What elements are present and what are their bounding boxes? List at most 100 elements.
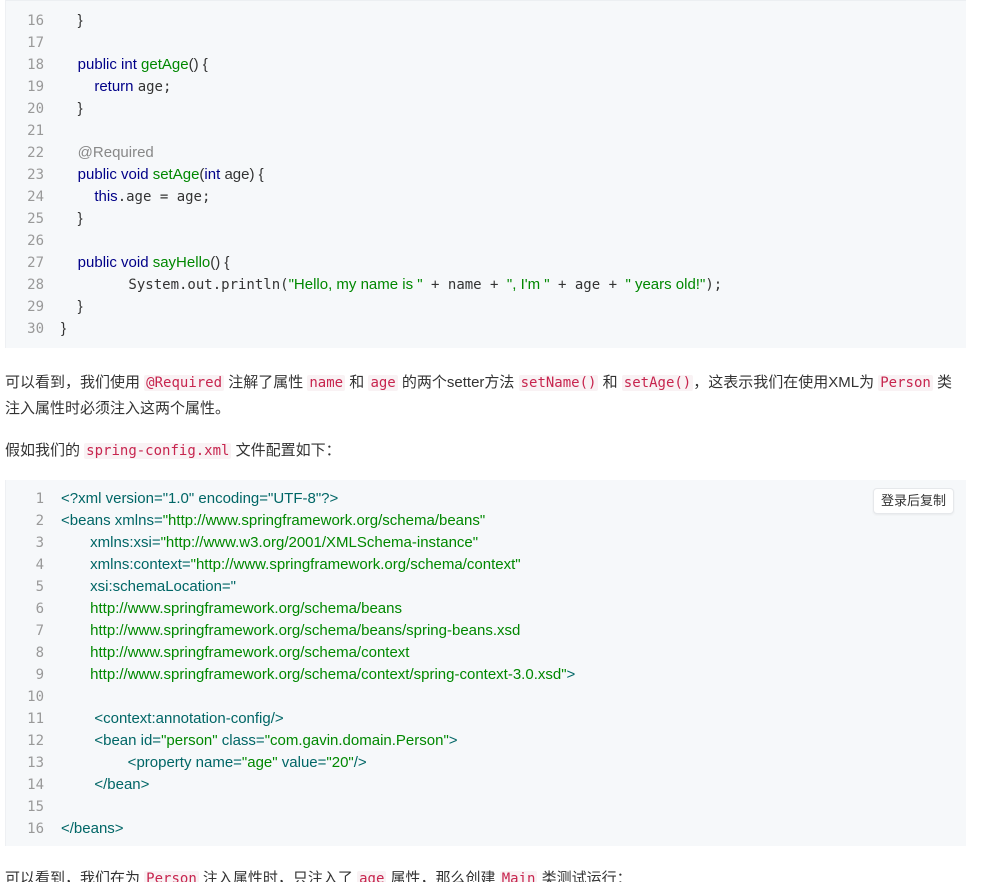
line-number: 15: [27, 799, 44, 815]
code-content: return age;: [61, 76, 171, 98]
code-token: this: [61, 188, 118, 205]
code-line: 12 <bean id="person" class="com.gavin.do…: [6, 730, 966, 752]
code-line: 20 }: [6, 98, 966, 120]
code-token: () {: [210, 254, 230, 271]
code-content: }: [61, 318, 66, 340]
line-number: 14: [27, 777, 44, 793]
code-token: "Hello, my name is ": [288, 276, 423, 293]
paragraph-text: 假如我们的: [5, 442, 85, 459]
code-token: "http://www.w3.org/2001/XMLSchema-instan…: [160, 534, 479, 551]
line-number: 7: [35, 623, 44, 639]
line-number: 26: [27, 233, 44, 249]
code-token: int: [204, 166, 225, 183]
code-token: "http://www.springframework.org/schema/c…: [190, 556, 521, 573]
code-token: age) {: [224, 166, 264, 183]
code-content: System.out.println("Hello, my name is " …: [61, 274, 722, 296]
code-line: 16 </beans>: [6, 818, 966, 840]
code-token: }: [61, 320, 67, 337]
paragraph-text: 注入属性时，只注入了: [198, 870, 358, 882]
inline-code: spring-config.xml: [84, 443, 232, 459]
code-content: http://www.springframework.org/schema/co…: [61, 664, 575, 686]
paragraph-text: 和: [598, 374, 622, 391]
code-token: <context:annotation-config/>: [61, 710, 284, 727]
code-content: <property name="age" value="20"/>: [61, 752, 367, 774]
line-number: 17: [27, 35, 44, 51]
code-line: 27 public void sayHello() {: [6, 252, 966, 274]
line-number: 19: [27, 79, 44, 95]
code-content: xsi:schemaLocation=": [61, 576, 236, 598]
line-number: 20: [27, 101, 44, 117]
code-line: 15: [6, 796, 966, 818]
code-content: http://www.springframework.org/schema/co…: [61, 642, 409, 664]
code-token: http://www.springframework.org/schema/be…: [61, 622, 521, 639]
code-line: 7 http://www.springframework.org/schema/…: [6, 620, 966, 642]
code-content: <bean id="person" class="com.gavin.domai…: [61, 730, 458, 752]
code-line: 28 System.out.println("Hello, my name is…: [6, 274, 966, 296]
code-line: 23 public void setAge(int age) {: [6, 164, 966, 186]
code-line: 24 this.age = age;: [6, 186, 966, 208]
paragraph-text: 注解了属性: [224, 374, 308, 391]
line-number: 16: [27, 821, 44, 837]
code-token: "20": [326, 754, 354, 771]
inline-code: setAge(): [621, 375, 694, 391]
line-number: 24: [27, 189, 44, 205]
code-token: System.out.println(: [61, 277, 289, 293]
line-number: 10: [27, 689, 44, 705]
paragraph-text: 可以看到，我们使用: [5, 374, 145, 391]
code-line: 10: [6, 686, 966, 708]
code-token: " years old!": [625, 276, 706, 293]
line-number: 12: [27, 733, 44, 749]
code-line: 14 </bean>: [6, 774, 966, 796]
code-token: + age +: [549, 277, 626, 293]
line-number: 25: [27, 211, 44, 227]
code-content: }: [61, 98, 83, 120]
inline-code: Person: [878, 375, 933, 391]
line-number: 13: [27, 755, 44, 771]
line-number: 29: [27, 299, 44, 315]
line-number: 16: [27, 13, 44, 29]
code-content: }: [61, 10, 83, 32]
code-line: 18 public int getAge() {: [6, 54, 966, 76]
code-line: 11 <context:annotation-config/>: [6, 708, 966, 730]
code-line: 21: [6, 120, 966, 142]
code-block-java: 16 } 17 18 public int getAge() { 19 return …: [5, 0, 966, 348]
paragraph-text: 和: [345, 374, 369, 391]
inline-code: Main: [499, 871, 538, 882]
code-token: return: [61, 78, 138, 95]
code-line: 25 }: [6, 208, 966, 230]
code-content: this.age = age;: [61, 186, 210, 208]
code-token: () {: [188, 56, 208, 73]
code-block-xml: 登录后复制 1 <?xml version="1.0" encoding="UTF…: [5, 480, 966, 846]
code-line: 13 <property name="age" value="20"/>: [6, 752, 966, 774]
code-content: http://www.springframework.org/schema/be…: [61, 598, 402, 620]
code-content: </beans>: [61, 818, 124, 840]
code-content: @Required: [61, 142, 154, 164]
code-token: http://www.springframework.org/schema/co…: [61, 644, 410, 661]
inline-code: Person: [144, 871, 199, 882]
code-line: 22 @Required: [6, 142, 966, 164]
code-content: <context:annotation-config/>: [61, 708, 284, 730]
inline-code: name: [307, 375, 346, 391]
code-content: <?xml version="1.0" encoding="UTF-8"?>: [61, 488, 338, 510]
line-number: 28: [27, 277, 44, 293]
code-token: }: [61, 210, 83, 227]
code-line: 2 <beans xmlns="http://www.springframewor…: [6, 510, 966, 532]
code-token: @Required: [61, 144, 154, 161]
code-token: }: [61, 100, 83, 117]
code-token: public void: [61, 254, 153, 271]
paragraph-text: 属性，那么创建: [386, 870, 500, 882]
line-number: 30: [27, 321, 44, 337]
line-number: 1: [35, 491, 44, 507]
line-number: 4: [35, 557, 44, 573]
code-token: http://www.springframework.org/schema/co…: [61, 666, 567, 683]
inline-code: setName(): [518, 375, 599, 391]
code-token: setAge: [152, 166, 200, 183]
paragraph-spring-config-intro: 假如我们的 spring-config.xml 文件配置如下：: [5, 438, 960, 464]
code-token: );: [705, 277, 723, 293]
code-line: 16 }: [6, 10, 966, 32]
code-token: "person": [161, 732, 218, 749]
code-token: >: [448, 732, 458, 749]
code-token: xmlns:xsi=: [61, 534, 161, 551]
code-token: "com.gavin.domain.Person": [264, 732, 449, 749]
code-content: }: [61, 296, 83, 318]
